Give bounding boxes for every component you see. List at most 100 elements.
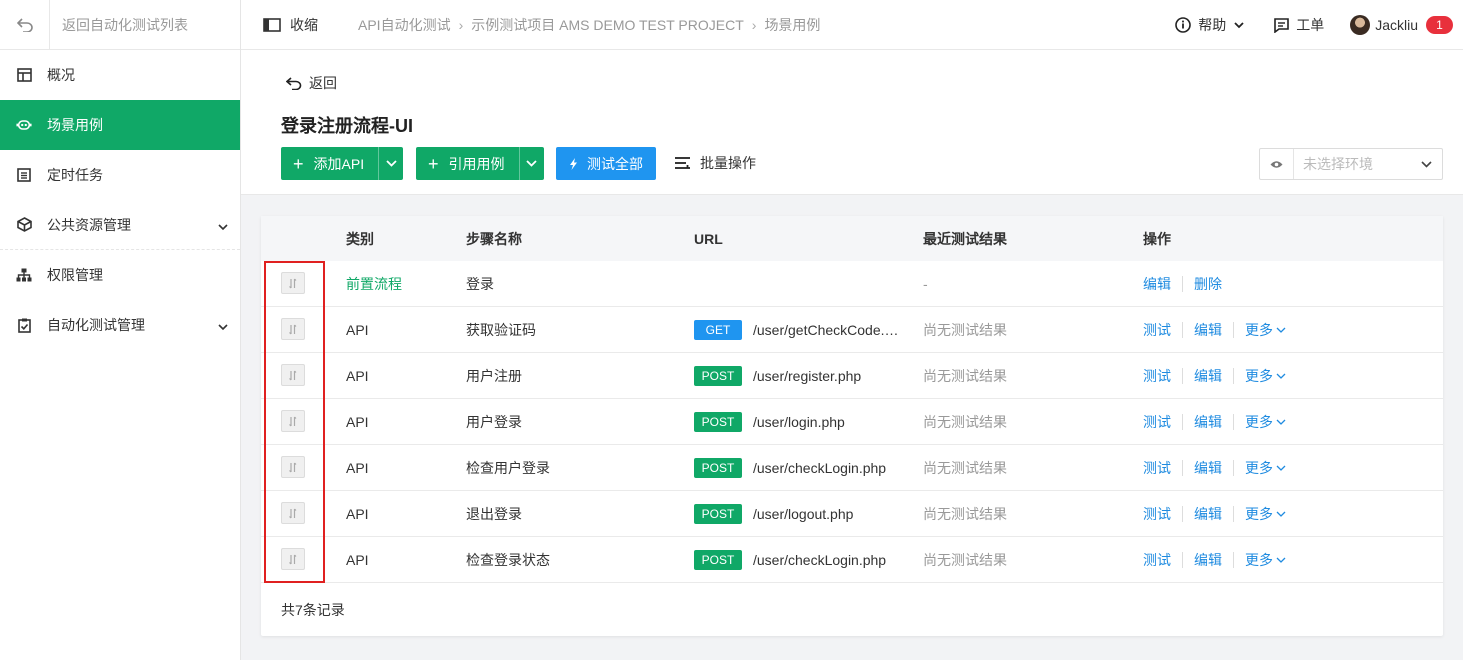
add-api-button-group: + 添加API (281, 147, 404, 180)
row-step-name: 检查登录状态 (466, 552, 550, 568)
row-test-result: - (923, 276, 928, 292)
action-link-1[interactable]: 删除 (1194, 274, 1222, 294)
action-divider (1182, 414, 1183, 430)
return-button[interactable]: 返回 (286, 73, 337, 93)
sidebar-item-0[interactable]: 概况 (0, 50, 240, 100)
row-test-result: 尚无测试结果 (923, 506, 1007, 522)
action-label: 测试 (1143, 552, 1171, 568)
environment-select[interactable]: 未选择环境 (1259, 148, 1443, 180)
row-category: API (346, 506, 369, 522)
http-method-badge: POST (694, 366, 742, 386)
row-test-result: 尚无测试结果 (923, 460, 1007, 476)
panel-collapse-icon (263, 17, 281, 32)
action-divider (1233, 368, 1234, 384)
table-row: API 用户注册 POST/user/register.php 尚无测试结果 测试 编辑 更… (261, 353, 1443, 399)
action-link-2[interactable]: 更多 (1245, 458, 1286, 478)
action-label: 更多 (1245, 506, 1273, 522)
action-link-0[interactable]: 编辑 (1143, 274, 1171, 294)
row-step-name: 登录 (466, 276, 494, 292)
ref-case-dropdown-toggle[interactable] (518, 147, 544, 180)
action-link-1[interactable]: 编辑 (1194, 550, 1222, 570)
action-link-1[interactable]: 编辑 (1194, 366, 1222, 386)
robot-icon (16, 117, 32, 133)
chevron-down-icon (526, 160, 537, 167)
action-label: 编辑 (1194, 460, 1222, 476)
row-url: /user/logout.php (753, 506, 854, 522)
back-to-list-label[interactable]: 返回自动化测试列表 (50, 15, 188, 35)
notification-badge[interactable]: 1 (1426, 16, 1453, 34)
action-link-0[interactable]: 测试 (1143, 550, 1171, 570)
action-link-1[interactable]: 编辑 (1194, 458, 1222, 478)
row-url: /user/login.php (753, 414, 845, 430)
row-test-result: 尚无测试结果 (923, 552, 1007, 568)
action-divider (1233, 552, 1234, 568)
row-category: API (346, 552, 369, 568)
action-link-2[interactable]: 更多 (1245, 366, 1286, 386)
chevron-down-icon (1276, 419, 1286, 425)
breadcrumb-separator: › (458, 16, 464, 33)
action-divider (1233, 414, 1234, 430)
action-link-2[interactable]: 更多 (1245, 550, 1286, 570)
action-label: 删除 (1194, 276, 1222, 292)
row-test-result: 尚无测试结果 (923, 368, 1007, 384)
row-actions: 测试 编辑 更多 (1143, 491, 1286, 537)
action-divider (1182, 552, 1183, 568)
breadcrumb-item-project[interactable]: 示例测试项目 AMS DEMO TEST PROJECT (471, 15, 744, 35)
avatar[interactable] (1350, 15, 1371, 35)
username[interactable]: Jackliu (1375, 17, 1418, 33)
ticket-button[interactable]: 工单 (1274, 15, 1324, 35)
breadcrumb-separator: › (751, 16, 757, 33)
action-link-1[interactable]: 编辑 (1194, 504, 1222, 524)
row-actions: 编辑 删除 (1143, 261, 1222, 307)
sidebar-item-3[interactable]: 公共资源管理 (0, 200, 240, 250)
list-icon (16, 167, 32, 183)
action-link-0[interactable]: 测试 (1143, 320, 1171, 340)
action-link-1[interactable]: 编辑 (1194, 412, 1222, 432)
table-row: API 获取验证码 GET/user/getCheckCode.… 尚无测试结果 测试 编… (261, 307, 1443, 353)
action-link-2[interactable]: 更多 (1245, 412, 1286, 432)
undo-arrow-icon[interactable] (0, 0, 50, 50)
sidebar-item-5[interactable]: 自动化测试管理 (0, 300, 240, 350)
row-url-cell: GET/user/getCheckCode.… (694, 307, 899, 353)
back-to-list[interactable]: 返回自动化测试列表 (0, 0, 240, 50)
action-divider (1182, 322, 1183, 338)
test-all-button[interactable]: 测试全部 (556, 147, 656, 180)
plus-icon: + (293, 153, 304, 174)
action-link-0[interactable]: 测试 (1143, 504, 1171, 524)
column-header-url: URL (694, 230, 723, 247)
page-title: 登录注册流程-UI (281, 116, 413, 136)
action-link-0[interactable]: 测试 (1143, 412, 1171, 432)
environment-placeholder: 未选择环境 (1303, 156, 1373, 172)
chevron-down-icon (1421, 160, 1432, 168)
help-menu[interactable]: 帮助 (1175, 15, 1244, 35)
breadcrumb-item-module[interactable]: API自动化测试 (358, 15, 451, 35)
action-link-2[interactable]: 更多 (1245, 320, 1286, 340)
row-actions: 测试 编辑 更多 (1143, 445, 1286, 491)
action-link-0[interactable]: 测试 (1143, 366, 1171, 386)
user-menu[interactable]: Jackliu 1 (1350, 15, 1463, 35)
action-label: 测试 (1143, 506, 1171, 522)
row-actions: 测试 编辑 更多 (1143, 399, 1286, 445)
row-category: API (346, 322, 369, 338)
batch-operations-button[interactable]: 批量操作 (674, 153, 756, 173)
action-label: 编辑 (1194, 322, 1222, 338)
sidebar-item-4[interactable]: 权限管理 (0, 250, 240, 300)
action-link-1[interactable]: 编辑 (1194, 320, 1222, 340)
action-link-0[interactable]: 测试 (1143, 458, 1171, 478)
column-header-result: 最近测试结果 (923, 230, 1007, 247)
add-api-dropdown-toggle[interactable] (378, 147, 403, 180)
sidebar-item-label: 自动化测试管理 (47, 317, 145, 333)
collapse-button[interactable]: 收缩 (263, 15, 318, 35)
table-row: API 退出登录 POST/user/logout.php 尚无测试结果 测试 编辑 更多 (261, 491, 1443, 537)
chevron-down-icon (218, 218, 228, 234)
sidebar-item-2[interactable]: 定时任务 (0, 150, 240, 200)
action-link-2[interactable]: 更多 (1245, 504, 1286, 524)
add-api-button[interactable]: + 添加API (281, 154, 378, 174)
ref-case-button[interactable]: + 引用用例 (416, 154, 519, 174)
action-divider (1233, 506, 1234, 522)
sidebar-item-1[interactable]: 场景用例 (0, 100, 240, 150)
column-header-step-name: 步骤名称 (466, 230, 522, 247)
action-label: 更多 (1245, 552, 1273, 568)
top-header: 收缩 API自动化测试 › 示例测试项目 AMS DEMO TEST PROJE… (241, 0, 1463, 50)
column-header-category: 类别 (346, 230, 374, 247)
